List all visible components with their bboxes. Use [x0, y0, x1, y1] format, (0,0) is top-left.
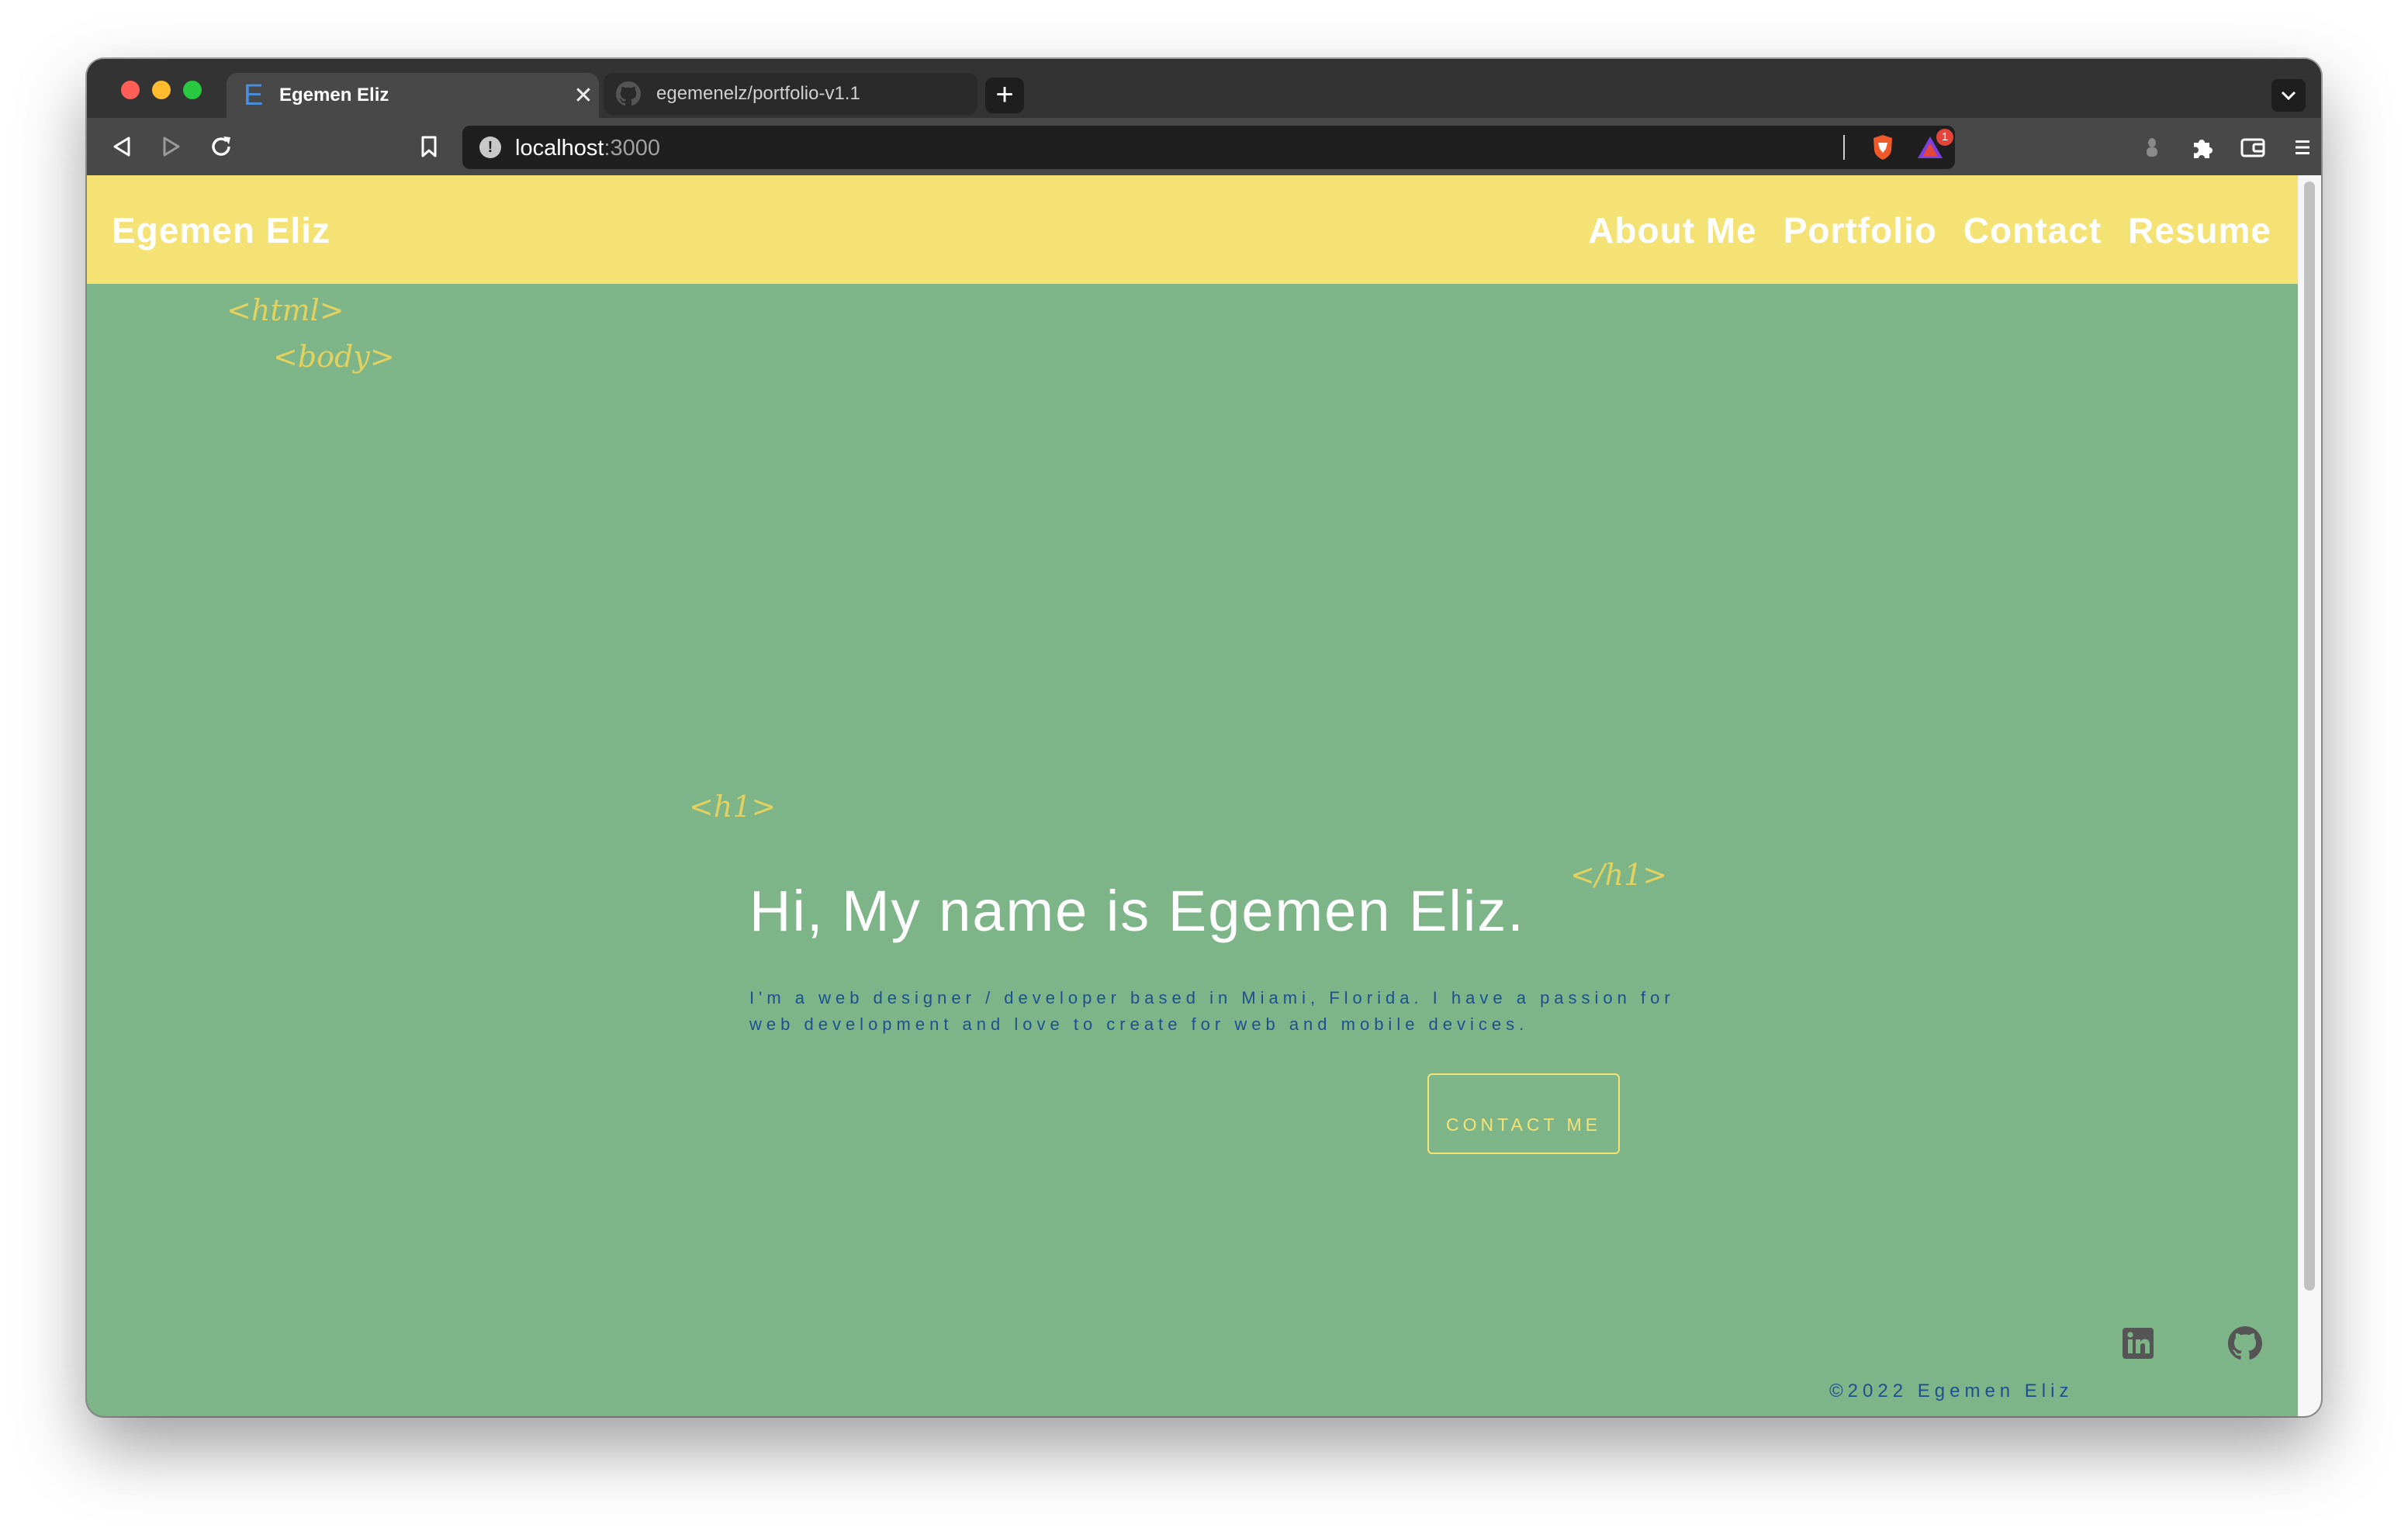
h1-close-tag: </h1> — [1570, 858, 1668, 892]
close-tab-button[interactable]: ✕ — [568, 82, 599, 109]
nav-about-me[interactable]: About Me — [1588, 209, 1757, 251]
tab-github-repo[interactable]: egemenelz/portfolio-v1.1 — [604, 73, 977, 115]
address-divider — [1843, 135, 1845, 160]
forward-button[interactable] — [157, 132, 186, 161]
bookmark-icon — [421, 136, 437, 157]
forward-arrow-icon — [163, 137, 180, 157]
reload-icon — [212, 137, 230, 156]
nav-contact[interactable]: Contact — [1963, 209, 2102, 251]
profile-icon — [2147, 138, 2157, 157]
new-tab-button[interactable]: + — [985, 78, 1024, 113]
nav-portfolio[interactable]: Portfolio — [1784, 209, 1937, 251]
tab-title: egemenelz/portfolio-v1.1 — [656, 83, 860, 104]
minimize-window-button[interactable] — [152, 81, 171, 99]
tab-search-button[interactable] — [2271, 79, 2306, 112]
hero-subtitle: I'm a web designer / developer based in … — [749, 988, 1675, 1034]
nav-resume[interactable]: Resume — [2128, 209, 2271, 251]
site-header: Egemen Eliz About Me Portfolio Contact R… — [87, 175, 2298, 284]
body-open-tag: <body> — [273, 340, 395, 374]
browser-window: E Egemen Eliz ✕ egemenelz/portfolio-v1.1… — [87, 59, 2321, 1416]
menu-button[interactable] — [2287, 132, 2318, 163]
brand-logo[interactable]: Egemen Eliz — [112, 209, 330, 251]
back-arrow-icon — [113, 137, 130, 157]
address-bar[interactable]: ! localhost:3000 1 — [462, 126, 1955, 169]
chevron-down-icon — [2281, 91, 2296, 101]
contact-me-button[interactable]: CONTACT ME — [1427, 1073, 1620, 1154]
wallet-button[interactable] — [2237, 132, 2268, 163]
site-info-icon[interactable]: ! — [479, 137, 501, 158]
maximize-window-button[interactable] — [183, 81, 202, 99]
puzzle-icon — [2194, 140, 2213, 158]
tab-egemen-eliz[interactable]: E Egemen Eliz ✕ — [227, 73, 599, 118]
html-open-tag: <html> — [227, 293, 344, 327]
close-window-button[interactable] — [121, 81, 140, 99]
profile-button[interactable] — [2136, 132, 2168, 163]
page-viewport: Egemen Eliz About Me Portfolio Contact R… — [87, 175, 2321, 1416]
hamburger-menu-icon — [2296, 140, 2309, 154]
rewards-badge: 1 — [1936, 129, 1953, 146]
reload-button[interactable] — [206, 132, 236, 161]
tab-strip: E Egemen Eliz ✕ egemenelz/portfolio-v1.1… — [87, 59, 2321, 118]
browser-toolbar: ! localhost:3000 1 — [87, 118, 2321, 175]
vertical-scrollbar[interactable] — [2298, 175, 2321, 1416]
wallet-icon — [2240, 138, 2265, 157]
h1-open-tag: <h1> — [689, 790, 777, 824]
footer-copyright: ©2022 Egemen Eliz — [1829, 1381, 2074, 1401]
github-icon[interactable] — [2228, 1326, 2262, 1360]
tab-title: Egemen Eliz — [279, 85, 389, 105]
site-favicon: E — [244, 78, 264, 112]
brave-shield-icon[interactable] — [1870, 133, 1896, 161]
back-button[interactable] — [107, 132, 137, 161]
scrollbar-thumb[interactable] — [2304, 181, 2315, 1291]
bookmark-button[interactable] — [414, 132, 444, 161]
address-text: localhost:3000 — [515, 136, 661, 161]
github-icon — [616, 81, 641, 106]
hero-title: Hi, My name is Egemen Eliz. — [749, 879, 1525, 943]
extensions-button[interactable] — [2186, 132, 2217, 163]
main-nav: About Me Portfolio Contact Resume — [1588, 209, 2271, 251]
linkedin-icon[interactable] — [2121, 1326, 2155, 1360]
